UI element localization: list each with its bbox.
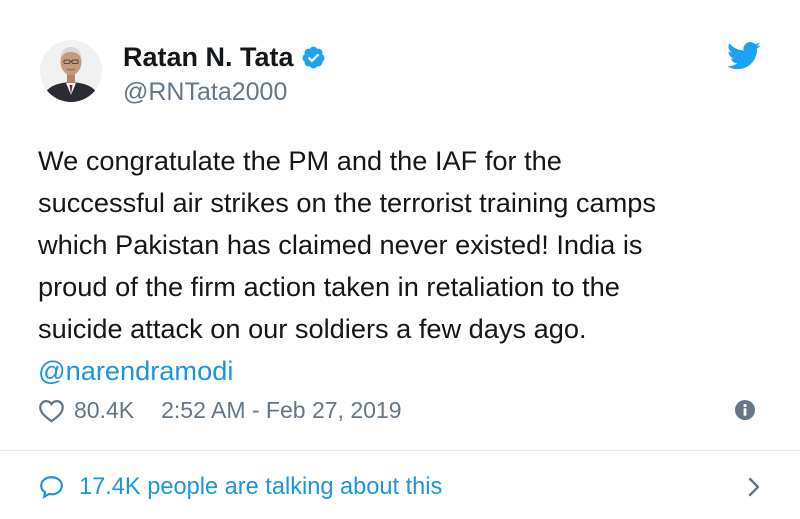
avatar-portrait (40, 40, 102, 102)
conversation-link[interactable]: 17.4K people are talking about this (38, 470, 762, 504)
verified-badge-icon (301, 45, 326, 70)
conversation-label: 17.4K people are talking about this (79, 473, 443, 500)
author-handle[interactable]: @RNTata2000 (123, 78, 287, 107)
info-circle-icon[interactable] (735, 400, 755, 420)
tweet-text-line: suicide attack on our soldiers a few day… (38, 313, 587, 344)
tweet-meta-row: 80.4K 2:52 AM - Feb 27, 2019 (38, 395, 402, 425)
tweet-timestamp[interactable]: 2:52 AM - Feb 27, 2019 (161, 397, 401, 424)
tweet-text-line: proud of the firm action taken in retali… (38, 271, 620, 302)
tweet-text: We congratulate the PM and the IAF for t… (38, 140, 778, 392)
like-button[interactable]: 80.4K (38, 397, 134, 424)
heart-outline-icon (39, 399, 64, 423)
like-count: 80.4K (74, 396, 135, 423)
author-display-name[interactable]: Ratan N. Tata (123, 42, 294, 73)
tweet-text-line: successful air strikes on the terrorist … (38, 187, 656, 218)
divider (0, 450, 800, 451)
avatar[interactable] (40, 40, 102, 102)
mention-link[interactable]: @narendramodi (38, 350, 778, 392)
tweet-card: Ratan N. Tata @RNTata2000 We congratulat… (0, 0, 800, 519)
tweet-text-line: We congratulate the PM and the IAF for t… (38, 145, 562, 176)
chevron-right-icon (748, 477, 760, 497)
tweet-text-line: which Pakistan has claimed never existed… (38, 229, 643, 260)
author-name-row: Ratan N. Tata (123, 40, 326, 74)
twitter-bird-icon[interactable] (727, 41, 761, 71)
speech-bubble-icon (40, 476, 63, 499)
